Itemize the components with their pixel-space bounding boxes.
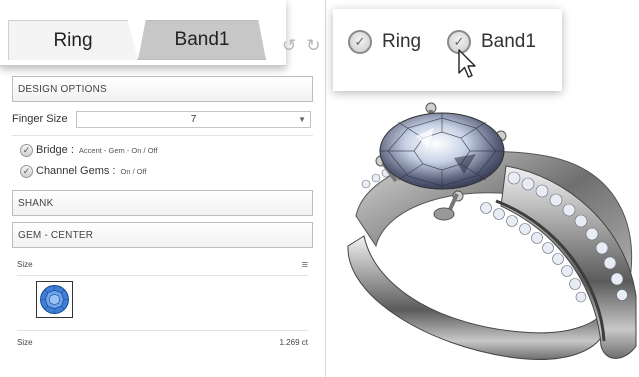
chevron-down-icon: ▼	[298, 114, 306, 124]
section-gem-center-label: GEM - CENTER	[18, 229, 94, 241]
tab-band1-label: Band1	[174, 29, 230, 50]
gem-size-label: Size	[17, 260, 33, 269]
visibility-callout: ✓ Ring ✓ Band1	[333, 9, 562, 91]
finger-size-select[interactable]: 7 ▼	[76, 110, 311, 128]
section-shank-label: SHANK	[18, 197, 54, 209]
checkmark-icon[interactable]: ✓	[20, 164, 33, 178]
toolbar-icons: ↺ ↻	[282, 36, 321, 56]
tab-strip: Ring Band1	[0, 0, 286, 66]
toggle-band1-label: Band1	[481, 31, 536, 52]
redo-icon[interactable]: ↻	[306, 36, 320, 56]
option-bridge-desc: Accent - Gem - On / Off	[78, 145, 158, 155]
toggle-ring-label: Ring	[382, 31, 422, 52]
divider	[12, 135, 313, 136]
section-shank[interactable]: SHANK	[12, 190, 313, 216]
option-channel-gems[interactable]: ✓ Channel Gems : On / Off	[20, 163, 147, 179]
option-bridge[interactable]: ✓ Bridge : Accent - Gem - On / Off	[20, 142, 158, 158]
gem-size-header: Size ≡	[17, 259, 308, 274]
divider	[17, 275, 308, 276]
option-channel-gems-label: Channel Gems :	[36, 165, 116, 177]
checkmark-icon[interactable]: ✓	[20, 143, 33, 157]
option-channel-gems-desc: On / Off	[120, 166, 147, 176]
mouse-cursor-icon	[458, 49, 476, 78]
tab-ring-label: Ring	[53, 29, 93, 51]
ring-render-image	[347, 102, 637, 360]
finger-size-value: 7	[190, 113, 197, 125]
section-gem-center[interactable]: GEM - CENTER	[12, 222, 313, 248]
menu-icon[interactable]: ≡	[302, 259, 308, 271]
section-design-options-label: DESIGN OPTIONS	[18, 83, 107, 95]
round-brilliant-icon	[40, 285, 69, 314]
gem-shape-thumbnail[interactable]	[36, 281, 73, 318]
gem-size-value: 1.269 ct	[279, 338, 308, 347]
section-design-options[interactable]: DESIGN OPTIONS	[12, 76, 313, 102]
tab-band1[interactable]: Band1	[138, 20, 266, 60]
gem-size-value-label: Size	[17, 338, 33, 347]
option-bridge-label: Bridge :	[36, 144, 74, 156]
undo-icon[interactable]: ↺	[282, 36, 296, 56]
gem-size-value-row: Size 1.269 ct	[17, 338, 308, 352]
checkmark-icon[interactable]: ✓	[348, 30, 372, 54]
configurator-panel: Ring Band1 ↺ ↻ DESIGN OPTIONS Finger Siz…	[0, 0, 326, 377]
finger-size-label: Finger Size	[12, 113, 68, 125]
finger-size-row: Finger Size 7 ▼	[12, 108, 313, 130]
divider	[17, 330, 308, 331]
toggle-ring-visibility[interactable]: ✓ Ring	[348, 30, 421, 54]
tab-ring[interactable]: Ring	[8, 20, 138, 60]
